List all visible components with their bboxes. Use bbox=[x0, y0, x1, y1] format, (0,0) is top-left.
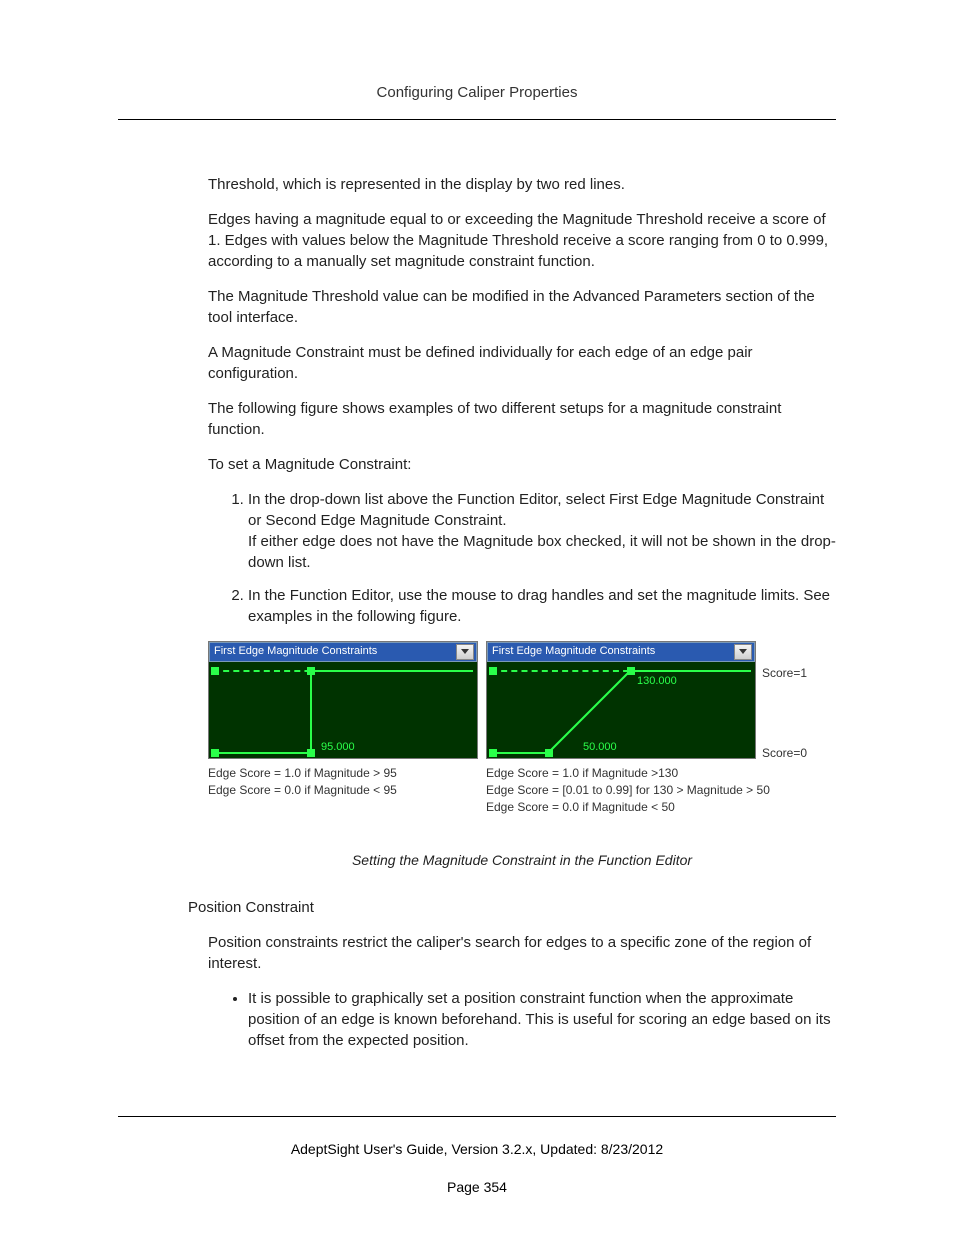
footer-text: AdeptSight User's Guide, Version 3.2.x, … bbox=[118, 1141, 836, 1157]
paragraph: To set a Magnitude Constraint: bbox=[208, 454, 836, 475]
score-annotation: Score=1 bbox=[762, 665, 807, 682]
page-header-title: Configuring Caliper Properties bbox=[118, 84, 836, 101]
page-number: Page 354 bbox=[118, 1179, 836, 1195]
plot-value-label: 130.000 bbox=[637, 674, 677, 689]
function-plot[interactable]: 95.000 bbox=[209, 662, 477, 758]
figure-caption: Setting the Magnitude Constraint in the … bbox=[208, 851, 836, 871]
function-plot[interactable]: 130.000 50.000 bbox=[487, 662, 755, 758]
plot-line bbox=[310, 670, 470, 672]
dropdown-label: First Edge Magnitude Constraints bbox=[492, 644, 655, 659]
editor-box: First Edge Magnitude Constraints bbox=[486, 641, 756, 759]
ordered-steps: In the drop-down list above the Function… bbox=[208, 489, 836, 627]
plot-line bbox=[310, 671, 312, 753]
plot-line bbox=[491, 752, 549, 754]
paragraph: Position constraints restrict the calipe… bbox=[208, 932, 836, 974]
body-content: Threshold, which is represented in the d… bbox=[208, 174, 836, 1051]
header-rule bbox=[118, 119, 836, 120]
drag-handle[interactable] bbox=[489, 749, 497, 757]
list-item-text: In the Function Editor, use the mouse to… bbox=[248, 587, 830, 625]
paragraph: A Magnitude Constraint must be defined i… bbox=[208, 342, 836, 384]
figure-caption-line: Edge Score = 0.0 if Magnitude < 50 bbox=[486, 799, 770, 816]
list-item: In the drop-down list above the Function… bbox=[248, 489, 836, 573]
chevron-down-icon[interactable] bbox=[734, 644, 752, 660]
figure-caption-line: Edge Score = 0.0 if Magnitude < 95 bbox=[208, 782, 478, 799]
function-editor-right: First Edge Magnitude Constraints bbox=[486, 641, 770, 815]
chevron-down-icon[interactable] bbox=[456, 644, 474, 660]
bullet-list: It is possible to graphically set a posi… bbox=[208, 988, 836, 1051]
drag-handle[interactable] bbox=[211, 667, 219, 675]
drag-handle[interactable] bbox=[211, 749, 219, 757]
paragraph: Edges having a magnitude equal to or exc… bbox=[208, 209, 836, 272]
paragraph: Threshold, which is represented in the d… bbox=[208, 174, 836, 195]
figure-row: First Edge Magnitude Constraints bbox=[208, 641, 836, 815]
figure-caption-line: Edge Score = 1.0 if Magnitude > 95 bbox=[208, 765, 478, 782]
list-item-text: It is possible to graphically set a posi… bbox=[248, 990, 831, 1049]
list-item: It is possible to graphically set a posi… bbox=[248, 988, 836, 1051]
figure-caption-line: Edge Score = [0.01 to 0.99] for 130 > Ma… bbox=[486, 782, 770, 799]
document-page: Configuring Caliper Properties Threshold… bbox=[0, 0, 954, 1235]
page-footer: AdeptSight User's Guide, Version 3.2.x, … bbox=[118, 1116, 836, 1195]
dropdown-label: First Edge Magnitude Constraints bbox=[214, 644, 377, 659]
plot-svg bbox=[487, 662, 755, 758]
paragraph: The following figure shows examples of t… bbox=[208, 398, 836, 440]
drag-handle[interactable] bbox=[545, 749, 553, 757]
function-editor-left: First Edge Magnitude Constraints bbox=[208, 641, 478, 815]
score-annotation: Score=0 bbox=[762, 745, 807, 762]
editor-box: First Edge Magnitude Constraints bbox=[208, 641, 478, 759]
plot-line bbox=[213, 752, 311, 754]
paragraph: The Magnitude Threshold value can be mod… bbox=[208, 286, 836, 328]
list-item-text: In the drop-down list above the Function… bbox=[248, 491, 836, 571]
plot-value-label: 95.000 bbox=[321, 740, 355, 755]
constraint-dropdown[interactable]: First Edge Magnitude Constraints bbox=[487, 642, 755, 662]
constraint-dropdown[interactable]: First Edge Magnitude Constraints bbox=[209, 642, 477, 662]
footer-rule bbox=[118, 1116, 836, 1117]
section-heading: Position Constraint bbox=[188, 897, 836, 918]
figure-caption-line: Edge Score = 1.0 if Magnitude >130 bbox=[486, 765, 770, 782]
list-item: In the Function Editor, use the mouse to… bbox=[248, 585, 836, 627]
drag-handle[interactable] bbox=[307, 749, 315, 757]
plot-value-label: 50.000 bbox=[583, 740, 617, 755]
